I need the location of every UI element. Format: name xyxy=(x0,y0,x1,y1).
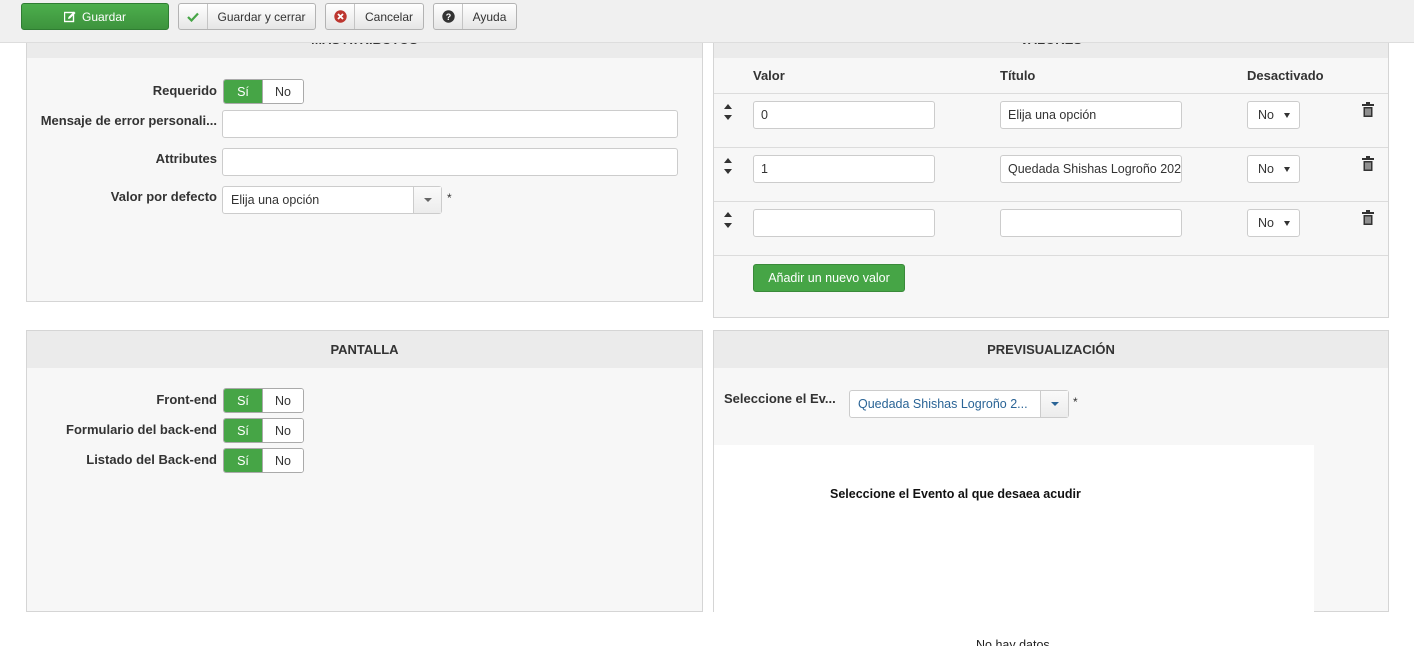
value-input[interactable]: 0 xyxy=(753,101,935,129)
default-value-label: Valor por defecto xyxy=(110,189,217,204)
no-data-text: No hay datos xyxy=(976,638,1050,646)
edit-icon xyxy=(63,11,76,22)
title-input[interactable]: Quedada Shishas Logroño 2023 xyxy=(1000,155,1182,183)
add-value-button[interactable]: Añadir un nuevo valor xyxy=(753,264,905,292)
front-end-toggle[interactable]: Sí No xyxy=(223,388,304,413)
column-header-value: Valor xyxy=(753,68,785,83)
trash-icon[interactable] xyxy=(1362,156,1374,171)
attributes-label: Attributes xyxy=(155,151,217,166)
backend-form-no[interactable]: No xyxy=(262,419,303,442)
title-input[interactable] xyxy=(1000,209,1182,237)
drag-handle-icon[interactable] xyxy=(723,158,733,174)
event-select[interactable]: Quedada Shishas Logroño 2... xyxy=(849,390,1069,418)
save-button[interactable]: Guardar xyxy=(21,3,169,30)
caret-down-icon xyxy=(1284,221,1290,226)
column-header-title: Título xyxy=(1000,68,1036,83)
required-toggle[interactable]: Sí No xyxy=(223,79,304,104)
front-end-label: Front-end xyxy=(156,392,217,407)
preview-heading: Seleccione el Evento al que desaea acudi… xyxy=(830,487,1081,501)
save-and-close-button[interactable]: Guardar y cerrar xyxy=(178,3,316,30)
required-asterisk: * xyxy=(447,191,452,205)
front-end-yes[interactable]: Sí xyxy=(224,389,262,412)
backend-form-label: Formulario del back-end xyxy=(66,422,217,437)
divider xyxy=(714,255,1388,256)
front-end-no[interactable]: No xyxy=(262,389,303,412)
trash-icon[interactable] xyxy=(1362,210,1374,225)
custom-error-label: Mensaje de error personali... xyxy=(40,113,217,128)
value-input[interactable] xyxy=(753,209,935,237)
values-panel: VALORES Valor Título Desactivado 0 Elija… xyxy=(713,20,1389,318)
attributes-panel: MÁS ATRIBUTOS Requerido Sí No Mensaje de… xyxy=(26,20,703,302)
panel-title: PREVISUALIZACIÓN xyxy=(714,331,1388,368)
backend-list-toggle[interactable]: Sí No xyxy=(223,448,304,473)
backend-form-yes[interactable]: Sí xyxy=(224,419,262,442)
backend-list-label: Listado del Back-end xyxy=(86,452,217,467)
chevron-down-icon xyxy=(1040,391,1068,417)
divider xyxy=(714,93,1388,94)
custom-error-input[interactable] xyxy=(222,110,678,138)
default-value-select[interactable]: Elija una opción xyxy=(222,186,442,214)
disabled-select[interactable]: No xyxy=(1247,209,1300,237)
cancel-icon xyxy=(326,4,355,29)
required-yes[interactable]: Sí xyxy=(224,80,262,103)
cancel-button[interactable]: Cancelar xyxy=(325,3,424,30)
backend-list-no[interactable]: No xyxy=(262,449,303,472)
divider xyxy=(714,201,1388,202)
preview-frame: Seleccione el Evento al que desaea acudi… xyxy=(714,445,1314,613)
title-input[interactable]: Elija una opción xyxy=(1000,101,1182,129)
required-asterisk: * xyxy=(1073,395,1078,409)
backend-list-yes[interactable]: Sí xyxy=(224,449,262,472)
panel-title: PANTALLA xyxy=(27,331,702,368)
required-label: Requerido xyxy=(152,83,217,98)
required-no[interactable]: No xyxy=(262,80,303,103)
question-icon: ? xyxy=(434,4,463,29)
attributes-input[interactable] xyxy=(222,148,678,176)
svg-text:?: ? xyxy=(445,12,451,22)
trash-icon[interactable] xyxy=(1362,102,1374,117)
disabled-select[interactable]: No xyxy=(1247,155,1300,183)
check-icon xyxy=(179,4,208,29)
backend-form-toggle[interactable]: Sí No xyxy=(223,418,304,443)
display-panel: PANTALLA Front-end Sí No Formulario del … xyxy=(26,330,703,612)
disabled-select[interactable]: No xyxy=(1247,101,1300,129)
caret-down-icon xyxy=(1284,113,1290,118)
event-field-label: Seleccione el Ev... xyxy=(724,391,836,406)
chevron-down-icon xyxy=(413,187,441,213)
preview-panel: PREVISUALIZACIÓN Seleccione el Ev... Que… xyxy=(713,330,1389,613)
drag-handle-icon[interactable] xyxy=(723,212,733,228)
value-input[interactable]: 1 xyxy=(753,155,935,183)
column-header-disabled: Desactivado xyxy=(1247,68,1324,83)
toolbar: Guardar Guardar y cerrar Cancelar ? Ayud… xyxy=(0,0,1414,43)
divider xyxy=(714,147,1388,148)
drag-handle-icon[interactable] xyxy=(723,104,733,120)
help-button[interactable]: ? Ayuda xyxy=(433,3,517,30)
caret-down-icon xyxy=(1284,167,1290,172)
